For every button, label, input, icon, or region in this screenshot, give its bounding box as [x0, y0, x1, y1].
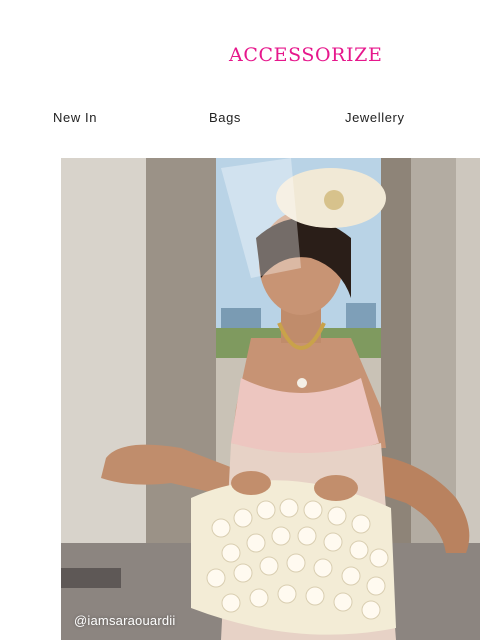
header-logo[interactable]: ACCESSORIZE	[0, 44, 480, 70]
nav-item-jewellery[interactable]: Jewellery	[345, 110, 405, 125]
photo-credit: @iamsaraouardii	[74, 613, 176, 628]
brand-logo-text[interactable]: ACCESSORIZE	[229, 44, 382, 66]
main-navigation: New In Bags Jewellery	[0, 110, 480, 130]
hero-photo-illustration	[61, 158, 480, 640]
hero-image[interactable]: @iamsaraouardii	[61, 158, 480, 640]
nav-item-bags[interactable]: Bags	[209, 110, 241, 125]
nav-item-new-in[interactable]: New In	[53, 110, 97, 125]
